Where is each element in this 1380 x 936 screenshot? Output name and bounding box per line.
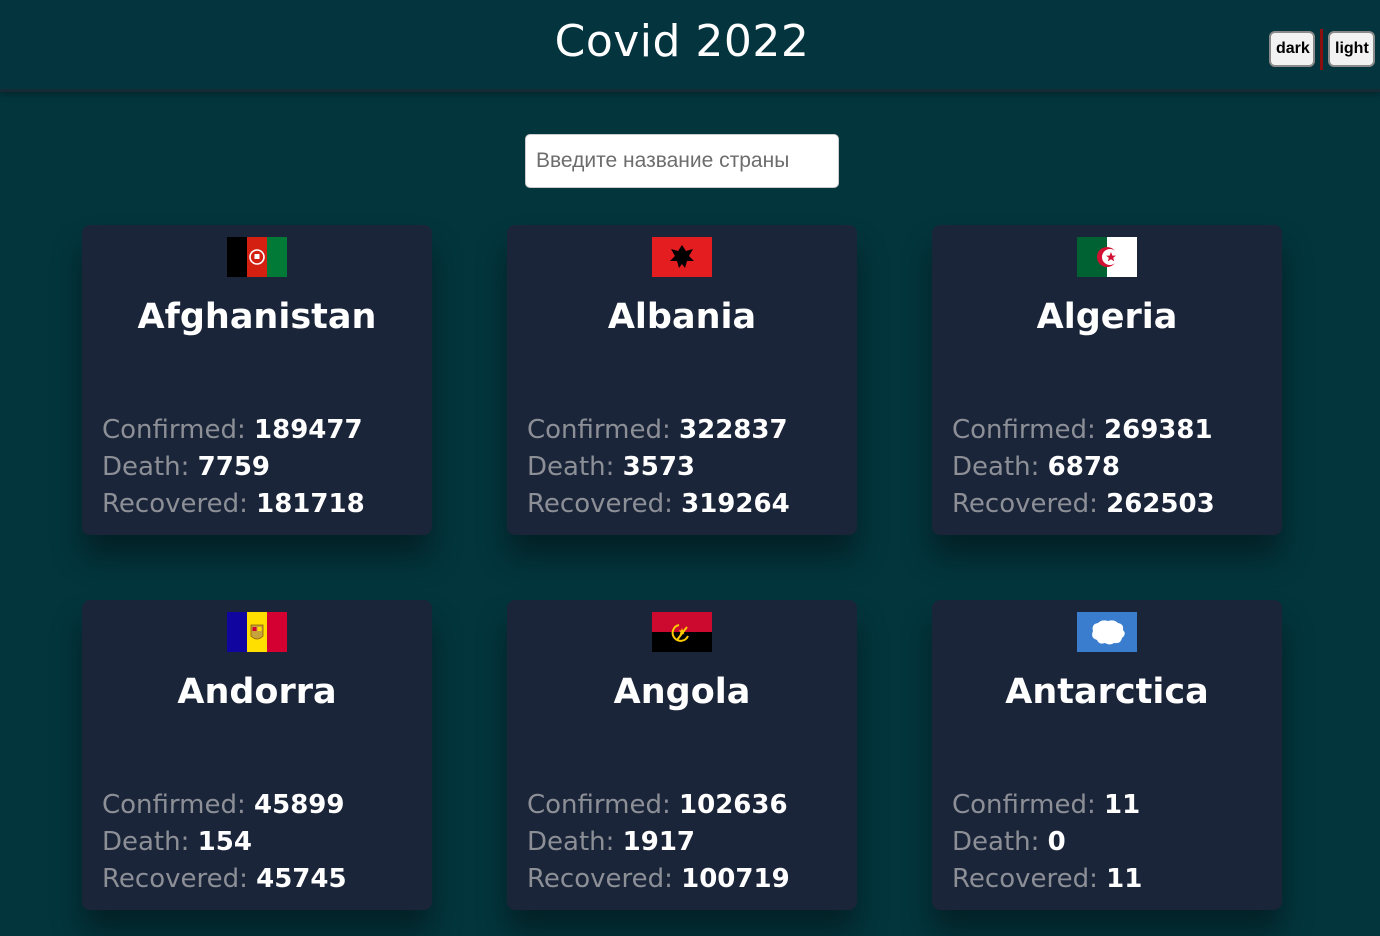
- confirmed-label: Confirmed:: [527, 790, 671, 820]
- death-label: Death:: [527, 452, 615, 482]
- death-row: Death: 0: [952, 824, 1142, 861]
- recovered-row: Recovered: 319264: [527, 486, 790, 523]
- confirmed-value: 45899: [254, 790, 345, 820]
- country-stats: Confirmed: 189477 Death: 7759 Recovered:…: [102, 412, 365, 523]
- death-label: Death:: [952, 827, 1040, 857]
- confirmed-label: Confirmed:: [102, 790, 246, 820]
- light-theme-button[interactable]: light: [1328, 31, 1375, 67]
- confirmed-row: Confirmed: 11: [952, 787, 1142, 824]
- country-name: Albania: [607, 297, 757, 337]
- confirmed-value: 11: [1104, 790, 1141, 820]
- algeria-flag-icon: [1077, 237, 1137, 277]
- recovered-label: Recovered:: [527, 864, 673, 894]
- recovered-label: Recovered:: [952, 864, 1098, 894]
- country-stats: Confirmed: 102636 Death: 1917 Recovered:…: [527, 787, 790, 898]
- death-value: 0: [1047, 827, 1066, 857]
- recovered-label: Recovered:: [102, 864, 248, 894]
- recovered-label: Recovered:: [102, 489, 248, 519]
- death-label: Death:: [102, 452, 190, 482]
- albania-flag-icon: [652, 237, 712, 277]
- death-row: Death: 7759: [102, 449, 365, 486]
- confirmed-value: 102636: [679, 790, 788, 820]
- confirmed-row: Confirmed: 269381: [952, 412, 1215, 449]
- recovered-row: Recovered: 181718: [102, 486, 365, 523]
- country-card[interactable]: Antarctica Confirmed: 11 Death: 0 Recove…: [932, 600, 1282, 910]
- recovered-value: 181718: [256, 489, 365, 519]
- confirmed-value: 189477: [254, 415, 363, 445]
- death-label: Death:: [527, 827, 615, 857]
- death-value: 1917: [622, 827, 696, 857]
- recovered-row: Recovered: 100719: [527, 861, 790, 898]
- recovered-value: 319264: [681, 489, 790, 519]
- antarctica-flag-icon: [1077, 612, 1137, 652]
- death-value: 154: [197, 827, 252, 857]
- recovered-label: Recovered:: [527, 489, 673, 519]
- recovered-row: Recovered: 262503: [952, 486, 1215, 523]
- country-stats: Confirmed: 45899 Death: 154 Recovered: 4…: [102, 787, 347, 898]
- confirmed-row: Confirmed: 45899: [102, 787, 347, 824]
- death-label: Death:: [102, 827, 190, 857]
- confirmed-value: 269381: [1104, 415, 1213, 445]
- death-row: Death: 6878: [952, 449, 1215, 486]
- theme-divider: [1320, 29, 1323, 70]
- death-value: 6878: [1047, 452, 1121, 482]
- country-name: Afghanistan: [137, 297, 377, 337]
- app-header: Covid 2022 dark light: [0, 0, 1380, 92]
- country-stats: Confirmed: 322837 Death: 3573 Recovered:…: [527, 412, 790, 523]
- angola-flag-icon: [652, 612, 712, 652]
- death-row: Death: 154: [102, 824, 347, 861]
- confirmed-label: Confirmed:: [527, 415, 671, 445]
- confirmed-label: Confirmed:: [952, 790, 1096, 820]
- country-stats: Confirmed: 269381 Death: 6878 Recovered:…: [952, 412, 1215, 523]
- recovered-value: 262503: [1106, 489, 1215, 519]
- country-name: Antarctica: [1005, 672, 1209, 712]
- death-label: Death:: [952, 452, 1040, 482]
- death-row: Death: 1917: [527, 824, 790, 861]
- country-card[interactable]: Angola Confirmed: 102636 Death: 1917 Rec…: [507, 600, 857, 910]
- confirmed-label: Confirmed:: [102, 415, 246, 445]
- recovered-value: 45745: [256, 864, 347, 894]
- recovered-value: 100719: [681, 864, 790, 894]
- confirmed-row: Confirmed: 189477: [102, 412, 365, 449]
- death-row: Death: 3573: [527, 449, 790, 486]
- confirmed-value: 322837: [679, 415, 788, 445]
- country-name: Andorra: [177, 672, 337, 712]
- recovered-value: 11: [1106, 864, 1143, 894]
- afghanistan-flag-icon: [227, 237, 287, 277]
- confirmed-row: Confirmed: 322837: [527, 412, 790, 449]
- country-card[interactable]: Andorra Confirmed: 45899 Death: 154 Reco…: [82, 600, 432, 910]
- country-search-input[interactable]: [525, 134, 839, 188]
- recovered-label: Recovered:: [952, 489, 1098, 519]
- country-name: Angola: [613, 672, 751, 712]
- page-title: Covid 2022: [554, 16, 810, 67]
- dark-theme-button[interactable]: dark: [1269, 31, 1315, 67]
- death-value: 7759: [197, 452, 271, 482]
- country-stats: Confirmed: 11 Death: 0 Recovered: 11: [952, 787, 1142, 898]
- country-name: Algeria: [1036, 297, 1178, 337]
- recovered-row: Recovered: 11: [952, 861, 1142, 898]
- confirmed-label: Confirmed:: [952, 415, 1096, 445]
- country-card[interactable]: Albania Confirmed: 322837 Death: 3573 Re…: [507, 225, 857, 535]
- andorra-flag-icon: [227, 612, 287, 652]
- country-card[interactable]: Algeria Confirmed: 269381 Death: 6878 Re…: [932, 225, 1282, 535]
- death-value: 3573: [622, 452, 696, 482]
- recovered-row: Recovered: 45745: [102, 861, 347, 898]
- confirmed-row: Confirmed: 102636: [527, 787, 790, 824]
- country-card[interactable]: Afghanistan Confirmed: 189477 Death: 775…: [82, 225, 432, 535]
